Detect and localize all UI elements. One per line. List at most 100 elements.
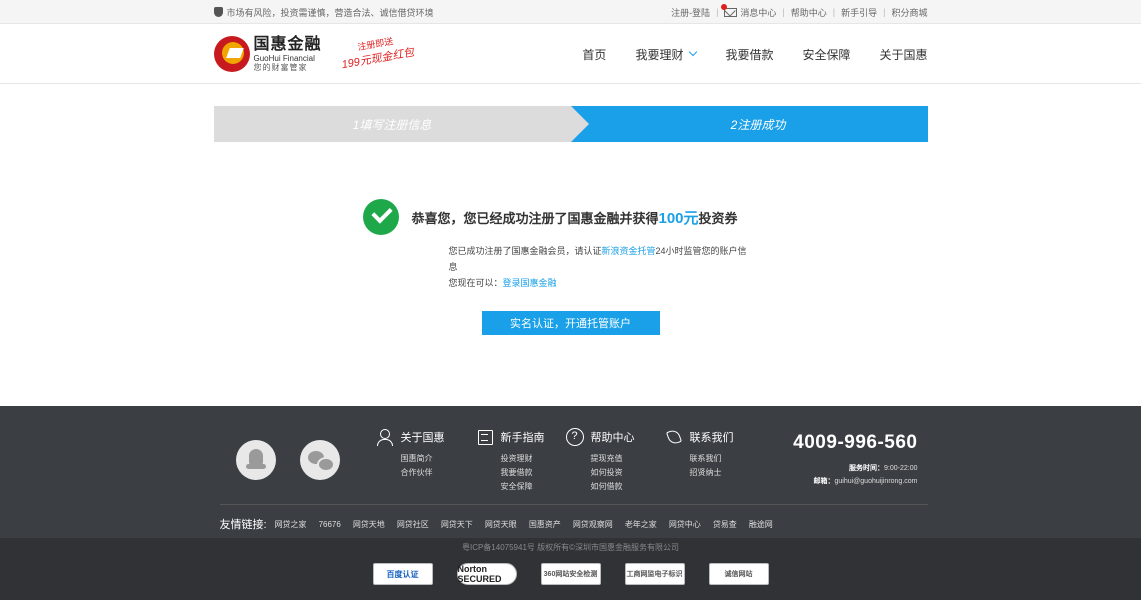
guide-icon (476, 428, 494, 446)
success-details: 您已成功注册了国惠金融会员，请认证新浪资金托管24小时监管您的账户信息 您现在可… (449, 243, 749, 291)
footer-link[interactable]: 招贤纳士 (690, 466, 734, 480)
hotline-number: 4009-996-560 (793, 432, 918, 453)
friend-link[interactable]: 网贷天眼 (485, 519, 517, 530)
chevron-down-icon (689, 47, 698, 57)
header: 国惠金融 GuoHui Financial 您的财富管家 注册即送 199元现金… (0, 24, 1141, 84)
email-address: guihui@guohuijinrong.com (834, 478, 918, 485)
coupon-amount: 100元 (658, 209, 699, 227)
social-links (235, 440, 340, 480)
step-fill-info: 1填写注册信息 (213, 106, 589, 142)
message-center-link[interactable]: 消息中心 (721, 3, 777, 19)
step-arrow (570, 106, 589, 142)
nav-borrow[interactable]: 我要借款 (725, 46, 773, 63)
help-center-link[interactable]: 帮助中心 (791, 6, 827, 19)
divider: | (782, 7, 785, 17)
baidu-verified-badge[interactable]: 百度认证 (372, 563, 433, 585)
logo-cn: 国惠金融 (253, 35, 322, 53)
verify-open-account-button[interactable]: 实名认证，开通托管账户 (481, 311, 660, 335)
risk-notice: 市场有风险，投资需谨慎，营造合法、诚信借贷环境 (213, 6, 434, 19)
top-bar: 市场有风险，投资需谨慎，营造合法、诚信借贷环境 注册-登陆 | 消息中心 | 帮… (0, 0, 1141, 24)
footer-col-contact: 联系我们 联系我们 招贤纳士 (665, 428, 734, 480)
friend-link[interactable]: 网贷之家 (275, 519, 307, 530)
friend-link[interactable]: 网贷社区 (397, 519, 429, 530)
bottom-bar: 粤ICP备14075941号 版权所有©深圳市国惠金融服务有限公司 百度认证 N… (0, 538, 1141, 600)
360-security-badge[interactable]: 360网站安全检测 (540, 563, 601, 585)
success-panel: 恭喜您，您已经成功注册了国惠金融并获得100元投资券 您已成功注册了国惠金融会员… (214, 199, 928, 335)
success-message: 恭喜您，您已经成功注册了国惠金融并获得100元投资券 (411, 207, 737, 228)
wechat-icon[interactable] (299, 440, 340, 480)
footer-col-about: 关于国惠 国惠简介 合作伙伴 (376, 428, 445, 480)
hotline-block: 4009-996-560 服务时间：9:00-22:00 邮箱：guihui@g… (793, 432, 917, 488)
footer-link[interactable]: 提现充值 (591, 452, 635, 466)
notification-dot (721, 3, 728, 10)
brand[interactable]: 国惠金融 GuoHui Financial 您的财富管家 注册即送 199元现金… (213, 35, 415, 72)
friend-link[interactable]: 老年之家 (625, 519, 657, 530)
register-promo: 注册即送 199元现金红包 (338, 30, 415, 71)
footer-col-title: 帮助中心 (590, 432, 635, 444)
shield-icon (213, 7, 223, 17)
footer-col-title: 联系我们 (689, 432, 734, 444)
footer-link[interactable]: 联系我们 (690, 452, 734, 466)
logo-text: 国惠金融 GuoHui Financial 您的财富管家 (253, 35, 322, 72)
trust-badges: 百度认证 Norton SECURED 360网站安全检测 工商网监电子标识 诚… (0, 563, 1141, 585)
service-label: 服务时间： (849, 465, 885, 472)
logo-en: GuoHui Financial (253, 53, 315, 63)
email-label: 邮箱： (813, 478, 835, 485)
newbie-guide-link[interactable]: 新手引导 (841, 6, 877, 19)
friend-link[interactable]: 网贷天地 (353, 519, 385, 530)
footer-link[interactable]: 我要借款 (501, 466, 545, 480)
nav-home[interactable]: 首页 (582, 46, 606, 63)
footer-link[interactable]: 如何投资 (591, 466, 635, 480)
step1-label: 1填写注册信息 (352, 117, 432, 132)
question-icon: ? (565, 428, 584, 446)
step-success: 2注册成功 (570, 106, 928, 142)
friend-link[interactable]: 网贷中心 (669, 519, 701, 530)
phone-icon (665, 428, 683, 446)
login-link[interactable]: 登录国惠金融 (503, 278, 557, 288)
register-login-link[interactable]: 注册-登陆 (671, 6, 710, 19)
registration-steps: 1填写注册信息 2注册成功 (213, 106, 928, 142)
footer-link[interactable]: 合作伙伴 (401, 466, 445, 480)
qq-icon[interactable] (235, 440, 276, 480)
nav-about[interactable]: 关于国惠 (879, 46, 927, 63)
risk-notice-text: 市场有风险，投资需谨慎，营造合法、诚信借贷环境 (226, 7, 434, 18)
friend-link[interactable]: 76676 (319, 520, 341, 529)
footer-link[interactable]: 国惠简介 (401, 452, 445, 466)
mail-icon (721, 3, 738, 17)
divider: | (883, 7, 886, 17)
footer-link[interactable]: 安全保障 (501, 480, 545, 494)
success-msg-suffix: 投资券 (698, 210, 738, 226)
points-mall-link[interactable]: 积分商城 (891, 6, 927, 19)
friend-links-label: 友情链接: (219, 519, 267, 531)
divider: | (716, 7, 719, 17)
sina-custody-link[interactable]: 新浪资金托管 (602, 246, 656, 256)
friend-link[interactable]: 融途网 (749, 519, 773, 530)
copyright: 粤ICP备14075941号 版权所有©深圳市国惠金融服务有限公司 (461, 543, 680, 552)
trusted-site-badge[interactable]: 诚信网站 (708, 563, 769, 585)
footer-col-title: 新手指南 (500, 432, 545, 444)
footer-link[interactable]: 如何借款 (591, 480, 635, 494)
friend-link[interactable]: 国惠资产 (529, 519, 561, 530)
friend-link[interactable]: 网贷观察网 (573, 519, 613, 530)
details-line2-prefix: 您现在可以： (448, 278, 503, 288)
friend-link[interactable]: 贷易查 (713, 519, 737, 530)
service-time: 9:00-22:00 (884, 465, 918, 472)
logo-slogan: 您的财富管家 (253, 62, 308, 72)
footer-col-help: ? 帮助中心 提现充值 如何投资 如何借款 (565, 428, 635, 494)
footer-link[interactable]: 投资理财 (501, 452, 545, 466)
user-icon (376, 428, 394, 446)
footer: 关于国惠 国惠简介 合作伙伴 新手指南 投资理财 我要借款 安全保障 ? 帮助中心… (0, 406, 1141, 538)
norton-badge[interactable]: Norton SECURED (456, 563, 517, 585)
step2-label: 2注册成功 (730, 117, 786, 132)
friend-link[interactable]: 网贷天下 (441, 519, 473, 530)
checkmark-icon (363, 199, 400, 235)
nav-invest-label: 我要理财 (635, 47, 684, 62)
friend-links: 友情链接: 网贷之家 76676 网贷天地 网贷社区 网贷天下 网贷天眼 国惠资… (219, 504, 928, 532)
divider: | (832, 7, 836, 17)
nav-invest[interactable]: 我要理财 (635, 46, 698, 63)
business-license-badge[interactable]: 工商网监电子标识 (624, 563, 685, 585)
success-msg-prefix: 恭喜您，您已经成功注册了国惠金融并获得 (411, 210, 659, 226)
nav-security[interactable]: 安全保障 (802, 46, 850, 63)
footer-col-title: 关于国惠 (400, 432, 445, 444)
message-center-label: 消息中心 (740, 7, 777, 18)
